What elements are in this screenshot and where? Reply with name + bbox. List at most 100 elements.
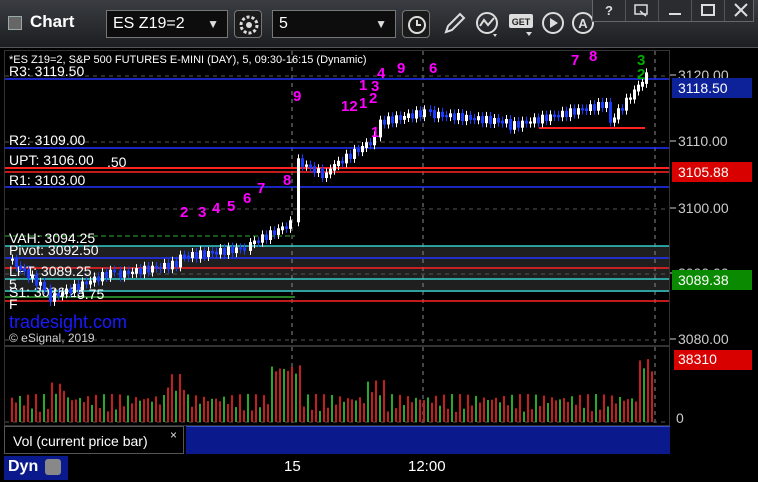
candle-body bbox=[473, 117, 476, 121]
candle-body bbox=[387, 116, 390, 125]
count-label: 4 bbox=[212, 200, 221, 217]
candle-body bbox=[449, 113, 452, 118]
count-label: 8 bbox=[283, 172, 291, 189]
minimize-icon bbox=[669, 13, 681, 15]
volume-bar bbox=[467, 394, 469, 422]
maximize-button[interactable] bbox=[692, 0, 725, 21]
volume-bar bbox=[259, 407, 261, 422]
candle-body bbox=[637, 84, 640, 92]
level-label: LPT: 3089.25 bbox=[9, 263, 92, 279]
price-axis[interactable]: 3120.003110.003100.003090.003080.003118.… bbox=[670, 50, 754, 347]
volume-bar bbox=[543, 395, 545, 422]
candle-body bbox=[457, 112, 460, 121]
count-label: 2 bbox=[180, 204, 188, 221]
get-button[interactable]: GET bbox=[508, 10, 536, 38]
time-button[interactable] bbox=[402, 10, 430, 38]
price-box-label: 3089.38 bbox=[678, 272, 729, 288]
volume-bar bbox=[499, 402, 501, 422]
volume-bar bbox=[295, 373, 297, 422]
volume-bar bbox=[571, 396, 573, 422]
volume-bar bbox=[363, 403, 365, 422]
chevron-down-icon[interactable]: ▼ bbox=[207, 17, 219, 31]
volume-bar bbox=[247, 394, 249, 422]
level-label: R2: 3109.00 bbox=[9, 132, 85, 148]
candle-body bbox=[183, 254, 186, 258]
candle-body bbox=[239, 247, 242, 250]
candle-body bbox=[525, 120, 528, 124]
volume-bar bbox=[279, 368, 281, 422]
candle-body bbox=[485, 115, 488, 124]
volume-bar bbox=[19, 395, 21, 422]
count-label: 12 bbox=[341, 98, 358, 115]
candle-body bbox=[171, 260, 174, 270]
candle-body bbox=[131, 271, 134, 275]
help-icon: ? bbox=[605, 3, 613, 18]
volume-bar bbox=[491, 399, 493, 422]
chevron-down-icon[interactable]: ▼ bbox=[375, 17, 387, 31]
watermark-text: tradesight.com bbox=[9, 312, 127, 332]
volume-bar bbox=[583, 407, 585, 422]
candle-body bbox=[265, 234, 268, 240]
volume-bar bbox=[35, 394, 37, 422]
close-panel-icon[interactable]: × bbox=[170, 428, 177, 442]
count-label: 1 bbox=[359, 77, 367, 94]
symbol-combo[interactable]: ES Z19=2 ▼ bbox=[106, 10, 228, 38]
volume-bar bbox=[407, 396, 409, 422]
price-chart[interactable]: *ES Z19=2, S&P 500 FUTURES E-MINI (DAY),… bbox=[5, 48, 669, 345]
candle-body bbox=[469, 114, 472, 120]
candle-body bbox=[441, 111, 444, 118]
close-icon bbox=[734, 3, 748, 17]
volume-bar bbox=[191, 406, 193, 422]
volume-bar bbox=[143, 399, 145, 422]
candle-body bbox=[557, 115, 560, 118]
dynamic-mode-button[interactable]: Dyn bbox=[4, 456, 68, 480]
candle-body bbox=[167, 262, 170, 270]
window-title: Chart bbox=[30, 12, 75, 31]
minimize-button[interactable] bbox=[659, 0, 692, 21]
time-axis[interactable]: 15 12:00 bbox=[4, 454, 754, 478]
volume-bar bbox=[59, 383, 61, 422]
link-window-icon bbox=[634, 4, 648, 17]
link-button[interactable] bbox=[626, 0, 659, 21]
candle-body bbox=[353, 148, 356, 159]
candle-body bbox=[143, 265, 146, 275]
volume-bar bbox=[427, 397, 429, 422]
candle-body bbox=[187, 255, 190, 259]
volume-bar bbox=[555, 400, 557, 422]
candle-body bbox=[581, 108, 584, 111]
chart-app-icon bbox=[8, 16, 22, 30]
studies-button[interactable] bbox=[474, 10, 502, 38]
volume-pane[interactable] bbox=[4, 346, 670, 426]
candle-body bbox=[65, 288, 68, 295]
volume-panel-label[interactable]: Vol (current price bar) bbox=[4, 426, 184, 454]
volume-bar bbox=[155, 396, 157, 422]
volume-bar bbox=[167, 387, 169, 422]
volume-bar bbox=[87, 396, 89, 422]
candle-body bbox=[109, 269, 112, 278]
help-button[interactable]: ? bbox=[593, 0, 626, 21]
close-window-button[interactable] bbox=[725, 0, 757, 21]
count-label: 7 bbox=[571, 52, 579, 69]
candle-body bbox=[391, 116, 394, 124]
candle-body bbox=[277, 228, 280, 235]
candle-body bbox=[179, 254, 182, 268]
price-chart-pane[interactable]: *ES Z19=2, S&P 500 FUTURES E-MINI (DAY),… bbox=[4, 48, 670, 346]
settings-button[interactable] bbox=[234, 10, 262, 38]
draw-button[interactable] bbox=[440, 10, 468, 38]
replay-button[interactable] bbox=[540, 10, 568, 38]
candle-body bbox=[489, 115, 492, 124]
level-label: R3: 3119.50 bbox=[9, 63, 84, 79]
level-label: R1: 3103.00 bbox=[9, 172, 85, 188]
count-label: 6 bbox=[243, 190, 251, 207]
candle-body bbox=[297, 158, 300, 223]
volume-bar bbox=[603, 394, 605, 422]
volume-bar bbox=[575, 404, 577, 422]
interval-combo[interactable]: 5 ▼ bbox=[272, 10, 396, 38]
volume-bar bbox=[355, 400, 357, 422]
level-label: .50 bbox=[107, 154, 127, 170]
candle-body bbox=[433, 110, 436, 119]
maximize-icon bbox=[701, 4, 715, 16]
candle-body bbox=[305, 164, 308, 167]
candle-body bbox=[31, 274, 34, 279]
candle-body bbox=[613, 117, 616, 123]
